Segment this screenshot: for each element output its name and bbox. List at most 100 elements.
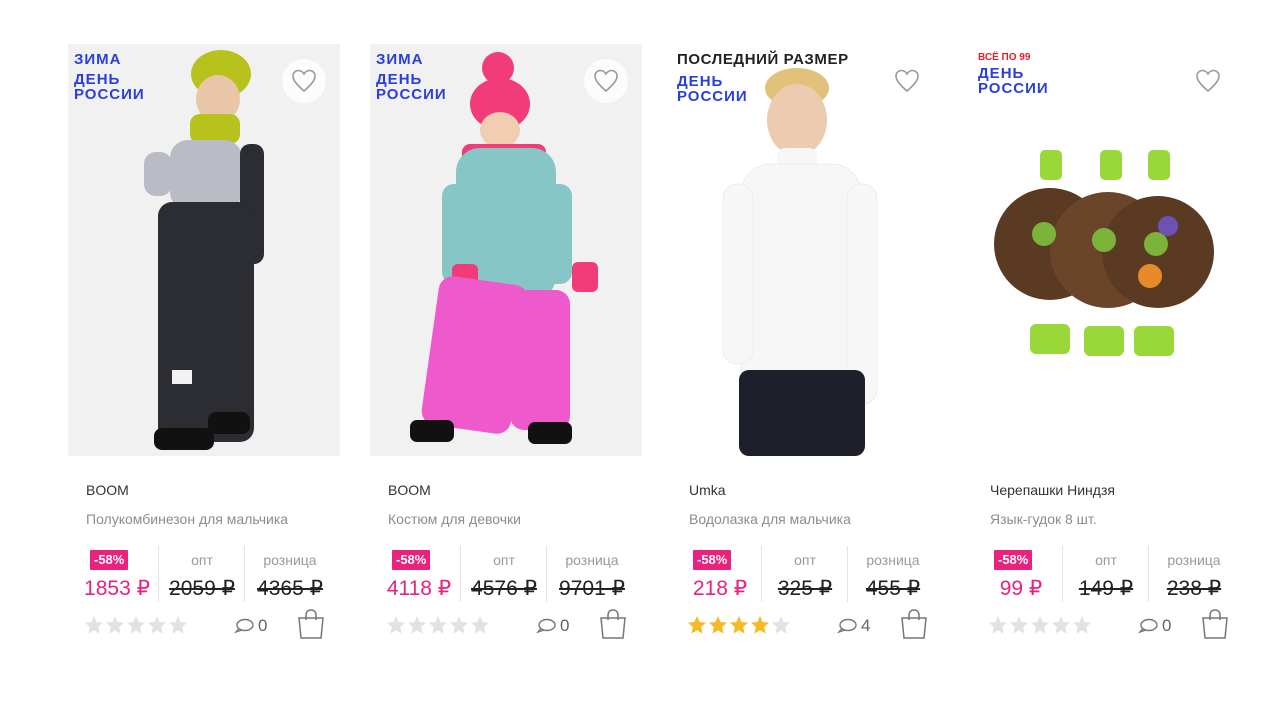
heart-icon	[594, 69, 618, 93]
product-brand[interactable]: BOOM	[388, 482, 431, 498]
heart-icon	[1196, 69, 1220, 93]
wholesale-price: 4576 ₽	[471, 577, 537, 600]
star-filled-icon[interactable]	[729, 615, 749, 635]
star-empty-icon[interactable]	[386, 615, 406, 635]
favorite-button[interactable]	[584, 59, 628, 103]
wholesale-label: опт	[1095, 552, 1117, 568]
star-empty-icon[interactable]	[470, 615, 490, 635]
star-empty-icon[interactable]	[1030, 615, 1050, 635]
rating-stars[interactable]	[386, 615, 490, 635]
current-price: 4118 ₽	[386, 577, 452, 600]
badge-russia-day: ДЕНЬ РОССИИ	[376, 71, 447, 103]
product-title[interactable]: Костюм для девочки	[388, 511, 521, 527]
product-photo-boy-turtleneck	[722, 68, 878, 456]
star-empty-icon[interactable]	[1072, 615, 1092, 635]
rating-stars[interactable]	[687, 615, 791, 635]
discount-badge: -58%	[90, 550, 129, 570]
star-empty-icon[interactable]	[168, 615, 188, 635]
product-photo-party-blowers	[994, 150, 1214, 356]
reviews-number: 0	[1162, 616, 1172, 635]
wholesale-price: 325 ₽	[777, 577, 833, 600]
product-image[interactable]: ЗИМА ДЕНЬ РОССИИ	[68, 44, 340, 456]
badge-all-99: ВСЁ ПО 99	[978, 52, 1031, 63]
star-filled-icon[interactable]	[687, 615, 707, 635]
product-image[interactable]: ПОСЛЕДНИЙ РАЗМЕР ДЕНЬ РОССИИ	[671, 44, 943, 456]
product-title[interactable]: Водолазка для мальчика	[689, 511, 851, 527]
product-card[interactable]: ПОСЛЕДНИЙ РАЗМЕР ДЕНЬ РОССИИ Umka Водола…	[671, 44, 943, 654]
product-title[interactable]: Язык-гудок 8 шт.	[990, 511, 1097, 527]
favorite-button[interactable]	[282, 59, 326, 103]
reviews-count[interactable]: 0	[536, 616, 569, 636]
rating-stars[interactable]	[988, 615, 1092, 635]
product-photo-girl-suit	[410, 52, 598, 444]
star-empty-icon[interactable]	[84, 615, 104, 635]
price-block: -58% 4118 ₽ опт 4576 ₽ розница 9701 ₽	[380, 546, 636, 606]
price-block: -58% 1853 ₽ опт 2059 ₽ розница 4365 ₽	[78, 546, 334, 606]
badge-winter: ЗИМА	[74, 51, 122, 68]
reviews-count[interactable]: 0	[1138, 616, 1171, 636]
badge-russia-day: ДЕНЬ РОССИИ	[74, 71, 145, 103]
star-empty-icon[interactable]	[771, 615, 791, 635]
discount-badge: -58%	[994, 550, 1033, 570]
star-empty-icon[interactable]	[1009, 615, 1029, 635]
wholesale-label: опт	[794, 552, 816, 568]
product-photo-boy-overalls	[144, 50, 264, 450]
star-empty-icon[interactable]	[147, 615, 167, 635]
retail-price: 238 ₽	[1166, 577, 1222, 600]
reviews-number: 0	[258, 616, 268, 635]
product-title[interactable]: Полукомбинезон для мальчика	[86, 511, 288, 527]
star-filled-icon[interactable]	[750, 615, 770, 635]
star-empty-icon[interactable]	[105, 615, 125, 635]
price-block: -58% 218 ₽ опт 325 ₽ розница 455 ₽	[681, 546, 937, 606]
star-empty-icon[interactable]	[449, 615, 469, 635]
reviews-count[interactable]: 4	[837, 616, 870, 636]
product-brand[interactable]: Umka	[689, 482, 726, 498]
reviews-number: 4	[861, 616, 871, 635]
star-filled-icon[interactable]	[708, 615, 728, 635]
product-card[interactable]: ВСЁ ПО 99 ДЕНЬ РОССИИ Черепашки Ниндзя Я…	[972, 44, 1244, 654]
product-brand[interactable]: Черепашки Ниндзя	[990, 482, 1115, 498]
cart-bag-icon[interactable]	[296, 608, 326, 640]
retail-price: 4365 ₽	[257, 577, 323, 600]
comment-icon	[536, 618, 556, 634]
star-empty-icon[interactable]	[407, 615, 427, 635]
retail-label: розница	[565, 552, 619, 568]
wholesale-label: опт	[493, 552, 515, 568]
comment-icon	[837, 618, 857, 634]
cart-bag-icon[interactable]	[899, 608, 929, 640]
comment-icon	[234, 618, 254, 634]
price-block: -58% 99 ₽ опт 149 ₽ розница 238 ₽	[982, 546, 1238, 606]
discount-badge: -58%	[693, 550, 732, 570]
product-card[interactable]: ЗИМА ДЕНЬ РОССИИ BOOM Костюм для девочки…	[370, 44, 642, 654]
badge-winter: ЗИМА	[376, 51, 424, 68]
star-empty-icon[interactable]	[1051, 615, 1071, 635]
badge-russia-day: ДЕНЬ РОССИИ	[978, 65, 1049, 97]
heart-icon	[895, 69, 919, 93]
cart-bag-icon[interactable]	[1200, 608, 1230, 640]
retail-price: 455 ₽	[865, 577, 921, 600]
retail-label: розница	[866, 552, 920, 568]
product-image[interactable]: ЗИМА ДЕНЬ РОССИИ	[370, 44, 642, 456]
retail-price: 9701 ₽	[559, 577, 625, 600]
star-empty-icon[interactable]	[428, 615, 448, 635]
star-empty-icon[interactable]	[988, 615, 1008, 635]
badge-russia-day: ДЕНЬ РОССИИ	[677, 73, 748, 105]
product-brand[interactable]: BOOM	[86, 482, 129, 498]
discount-badge: -58%	[392, 550, 431, 570]
favorite-button[interactable]	[885, 59, 929, 103]
product-card[interactable]: ЗИМА ДЕНЬ РОССИИ BOOM Полукомбинезон для…	[68, 44, 340, 654]
current-price: 218 ₽	[692, 577, 748, 600]
reviews-number: 0	[560, 616, 570, 635]
product-image[interactable]: ВСЁ ПО 99 ДЕНЬ РОССИИ	[972, 44, 1244, 456]
retail-label: розница	[263, 552, 317, 568]
reviews-count[interactable]: 0	[234, 616, 267, 636]
cart-bag-icon[interactable]	[598, 608, 628, 640]
wholesale-label: опт	[191, 552, 213, 568]
rating-stars[interactable]	[84, 615, 188, 635]
heart-icon	[292, 69, 316, 93]
current-price: 99 ₽	[999, 577, 1043, 600]
favorite-button[interactable]	[1186, 59, 1230, 103]
wholesale-price: 149 ₽	[1078, 577, 1134, 600]
current-price: 1853 ₽	[84, 577, 150, 600]
star-empty-icon[interactable]	[126, 615, 146, 635]
